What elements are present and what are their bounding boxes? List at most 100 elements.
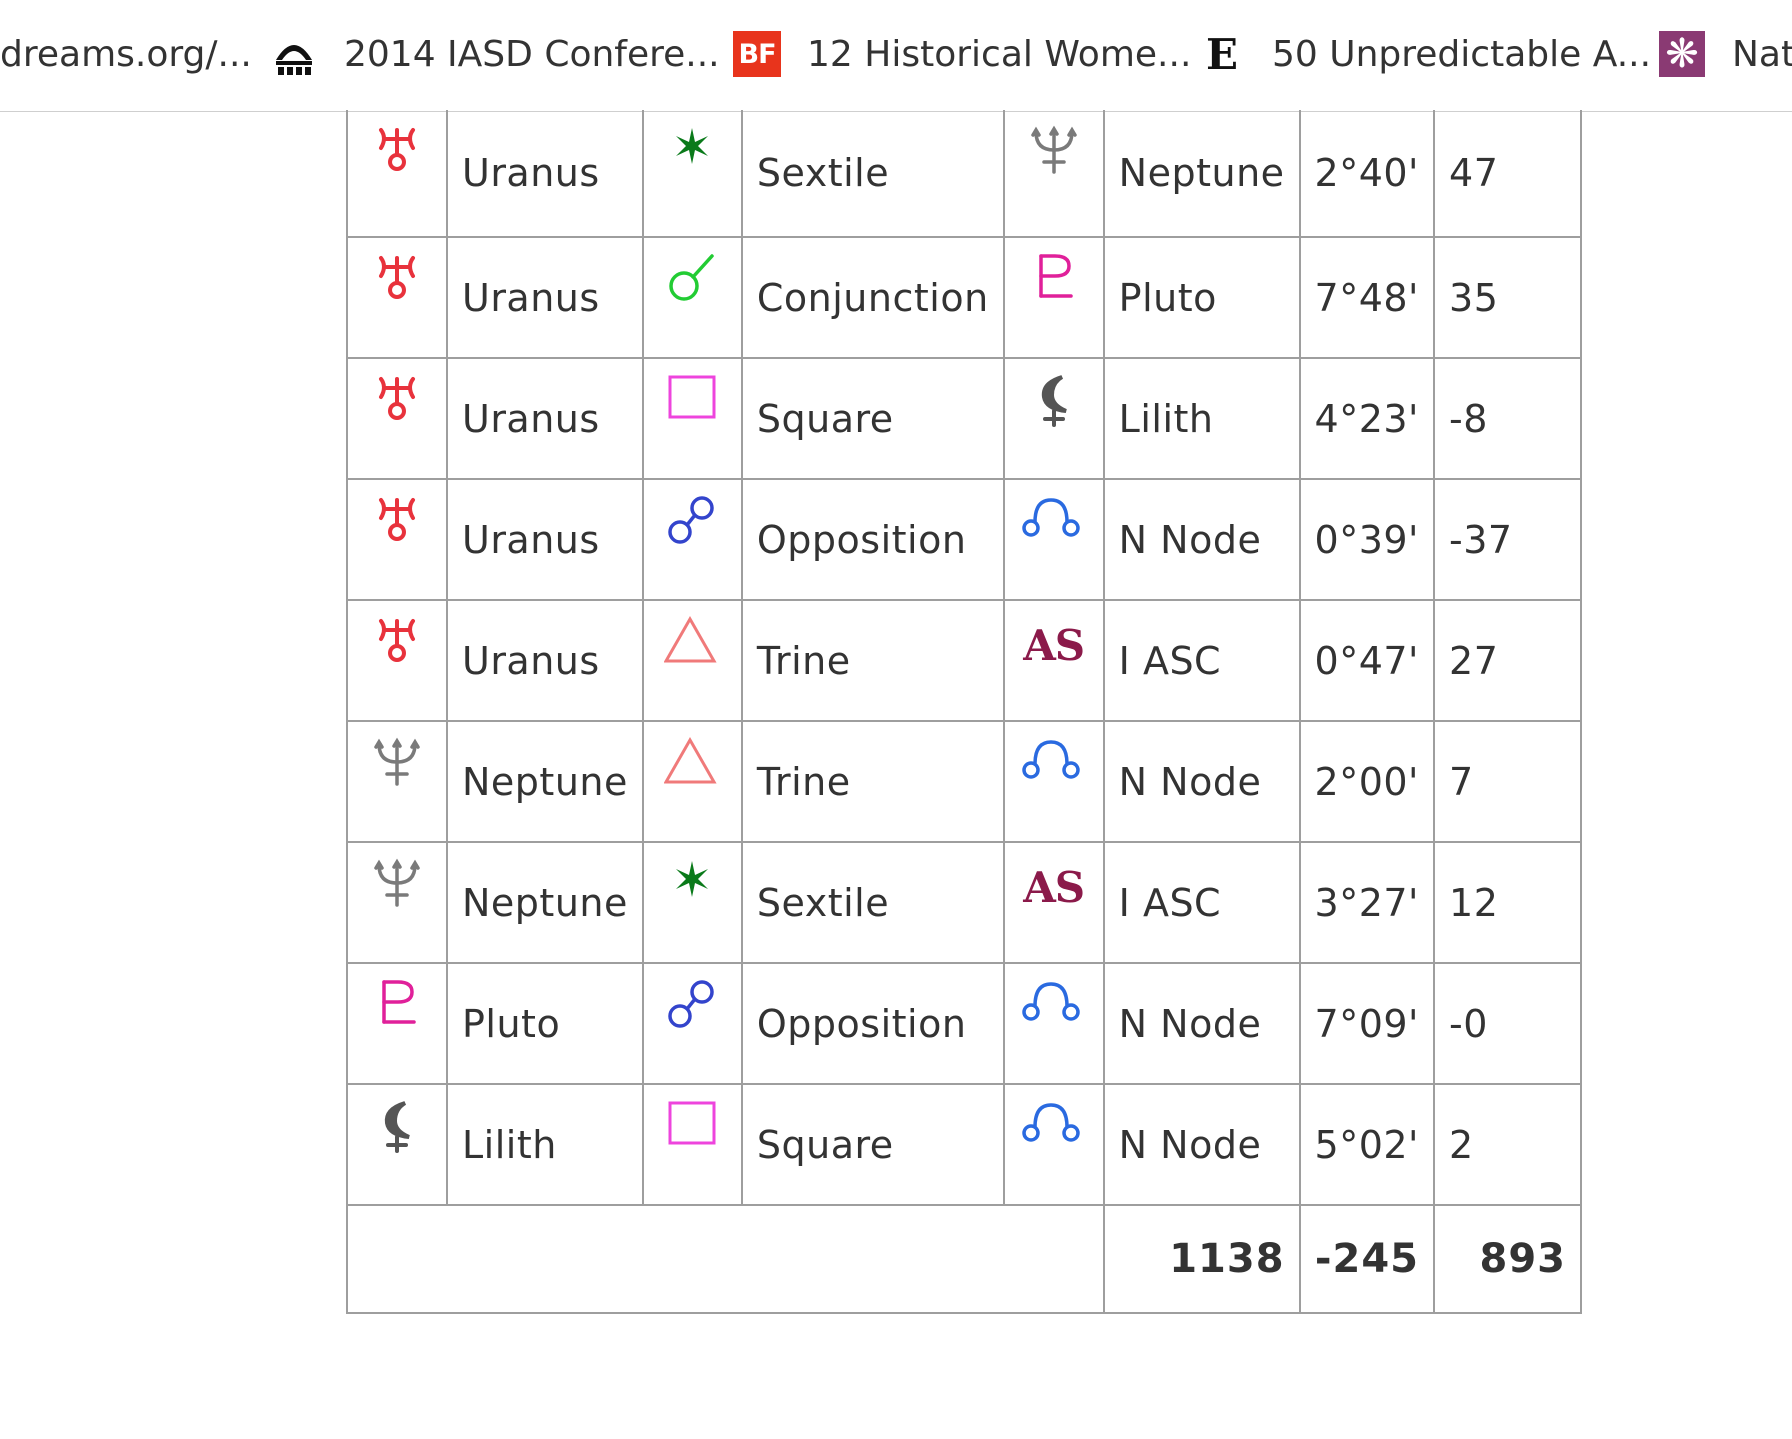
bookmark-natu[interactable]: ❋ Natu xyxy=(1658,26,1792,82)
pluto-icon xyxy=(346,962,448,1085)
bookmark-historical-women[interactable]: BF 12 Historical Wome... xyxy=(733,26,1191,82)
trine-icon xyxy=(641,599,743,722)
trine-icon-glyph xyxy=(664,738,716,784)
north-node-icon-glyph xyxy=(1021,498,1080,537)
total-negative: -245 xyxy=(1298,1204,1436,1314)
planet1-name: Uranus xyxy=(446,599,644,722)
uranus-icon xyxy=(346,478,448,601)
iasd-logo-icon xyxy=(270,30,318,78)
uranus-icon xyxy=(346,236,448,359)
aspect-row: Uranus Opposition N Node 0°39' -37 xyxy=(346,478,1583,601)
north-node-icon-glyph xyxy=(1021,740,1080,779)
planet1-name: Neptune xyxy=(446,720,644,843)
north-node-icon xyxy=(1002,478,1105,601)
uranus-icon xyxy=(346,110,448,238)
aspect-row: Uranus Conjunction Pluto 7°48' 35 xyxy=(346,236,1583,359)
neptune-icon xyxy=(346,720,448,843)
orb-value: 0°47' xyxy=(1298,599,1436,722)
score-value: -37 xyxy=(1433,478,1583,601)
sextile-icon-glyph xyxy=(676,861,709,897)
bookmark-unpredictable[interactable]: E 50 Unpredictable A... xyxy=(1198,26,1651,82)
planet1-name: Uranus xyxy=(446,478,644,601)
opposition-icon-glyph xyxy=(668,980,715,1028)
planet2-name: N Node xyxy=(1102,1083,1301,1206)
score-value: -8 xyxy=(1433,357,1583,480)
aspect-row: Pluto Opposition N Node 7°09' -0 xyxy=(346,962,1583,1085)
aspect-name: Trine xyxy=(740,599,1005,722)
uranus-icon-glyph xyxy=(379,377,415,420)
planet2-name: N Node xyxy=(1102,962,1301,1085)
aspect-name: Opposition xyxy=(740,962,1005,1085)
bf-badge-text: BF xyxy=(733,31,781,77)
orb-value: 2°00' xyxy=(1298,720,1436,843)
aspect-row: Lilith Square N Node 5°02' 2 xyxy=(346,1083,1583,1206)
aspect-name: Opposition xyxy=(740,478,1005,601)
aspect-name: Sextile xyxy=(740,841,1005,964)
square-icon-glyph xyxy=(668,1101,716,1145)
score-value: 47 xyxy=(1433,110,1583,238)
conjunction-icon-glyph xyxy=(669,254,715,301)
planet1-name: Pluto xyxy=(446,962,644,1085)
north-node-icon-glyph xyxy=(1021,1103,1080,1142)
opposition-icon xyxy=(641,478,743,601)
planet2-name: Pluto xyxy=(1102,236,1301,359)
score-value: 12 xyxy=(1433,841,1583,964)
pluto-icon-glyph xyxy=(1038,254,1073,298)
orb-value: 5°02' xyxy=(1298,1083,1436,1206)
bookmark-label: 50 Unpredictable A... xyxy=(1272,33,1652,75)
uranus-icon xyxy=(346,599,448,722)
score-value: -0 xyxy=(1433,962,1583,1085)
pluto-icon xyxy=(1002,236,1105,359)
ascendant-icon: AS xyxy=(1002,599,1105,722)
north-node-icon-glyph xyxy=(1021,982,1080,1021)
e-letter-text: E xyxy=(1205,29,1238,79)
square-icon xyxy=(641,1083,743,1206)
planet2-name: N Node xyxy=(1102,478,1301,601)
lilith-icon-glyph xyxy=(384,1101,411,1153)
e-letter-icon: E xyxy=(1198,29,1246,79)
uranus-icon-glyph xyxy=(379,498,415,541)
pluto-icon-glyph xyxy=(382,980,416,1024)
lilith-icon xyxy=(1002,357,1105,480)
score-value: 7 xyxy=(1433,720,1583,843)
planet2-name: I ASC xyxy=(1102,599,1301,722)
uranus-icon-glyph xyxy=(379,256,415,299)
opposition-icon xyxy=(641,962,743,1085)
orb-value: 7°48' xyxy=(1298,236,1436,359)
bookmark-label: Natu xyxy=(1732,33,1792,75)
aspect-row: Neptune Sextile AS I ASC 3°27' 12 xyxy=(346,841,1583,964)
orb-value: 2°40' xyxy=(1298,110,1436,238)
bookmark-label: 2014 IASD Confere... xyxy=(344,33,720,75)
bookmark-iasd-conference[interactable]: 2014 IASD Confere... xyxy=(270,26,720,82)
aspect-table: Uranus Sextile Neptune 2°40' 47 Uranus Conjunc… xyxy=(346,110,1583,1314)
sextile-icon-glyph xyxy=(676,128,709,164)
neptune-icon xyxy=(346,841,448,964)
score-value: 27 xyxy=(1433,599,1583,722)
planet1-name: Uranus xyxy=(446,110,644,238)
uranus-icon-glyph xyxy=(379,619,415,662)
aspect-row: Uranus Trine AS I ASC 0°47' 27 xyxy=(346,599,1583,722)
trine-icon-glyph xyxy=(664,617,716,663)
aspect-row: Neptune Trine N Node 2°00' 7 xyxy=(346,720,1583,843)
planet2-name: Lilith xyxy=(1102,357,1301,480)
aspect-row: Uranus Square Lilith 4°23' -8 xyxy=(346,357,1583,480)
trine-icon xyxy=(641,720,743,843)
uranus-icon xyxy=(346,357,448,480)
planet1-name: Uranus xyxy=(446,236,644,359)
bookmark-dreams[interactable]: dreams.org/... xyxy=(0,26,252,82)
conjunction-icon xyxy=(641,236,743,359)
orb-value: 7°09' xyxy=(1298,962,1436,1085)
planet1-name: Neptune xyxy=(446,841,644,964)
square-icon-glyph xyxy=(668,375,716,419)
orb-value: 3°27' xyxy=(1298,841,1436,964)
neptune-icon-glyph xyxy=(374,739,420,786)
lilith-icon xyxy=(346,1083,448,1206)
bf-badge-icon: BF xyxy=(733,30,781,78)
aspect-name: Square xyxy=(740,1083,1005,1206)
score-value: 35 xyxy=(1433,236,1583,359)
north-node-icon xyxy=(1002,720,1105,843)
totals-row: 1138 -245 893 xyxy=(346,1204,1583,1314)
planet2-name: N Node xyxy=(1102,720,1301,843)
uranus-icon-glyph xyxy=(379,128,415,171)
ascendant-icon: AS xyxy=(1002,841,1105,964)
